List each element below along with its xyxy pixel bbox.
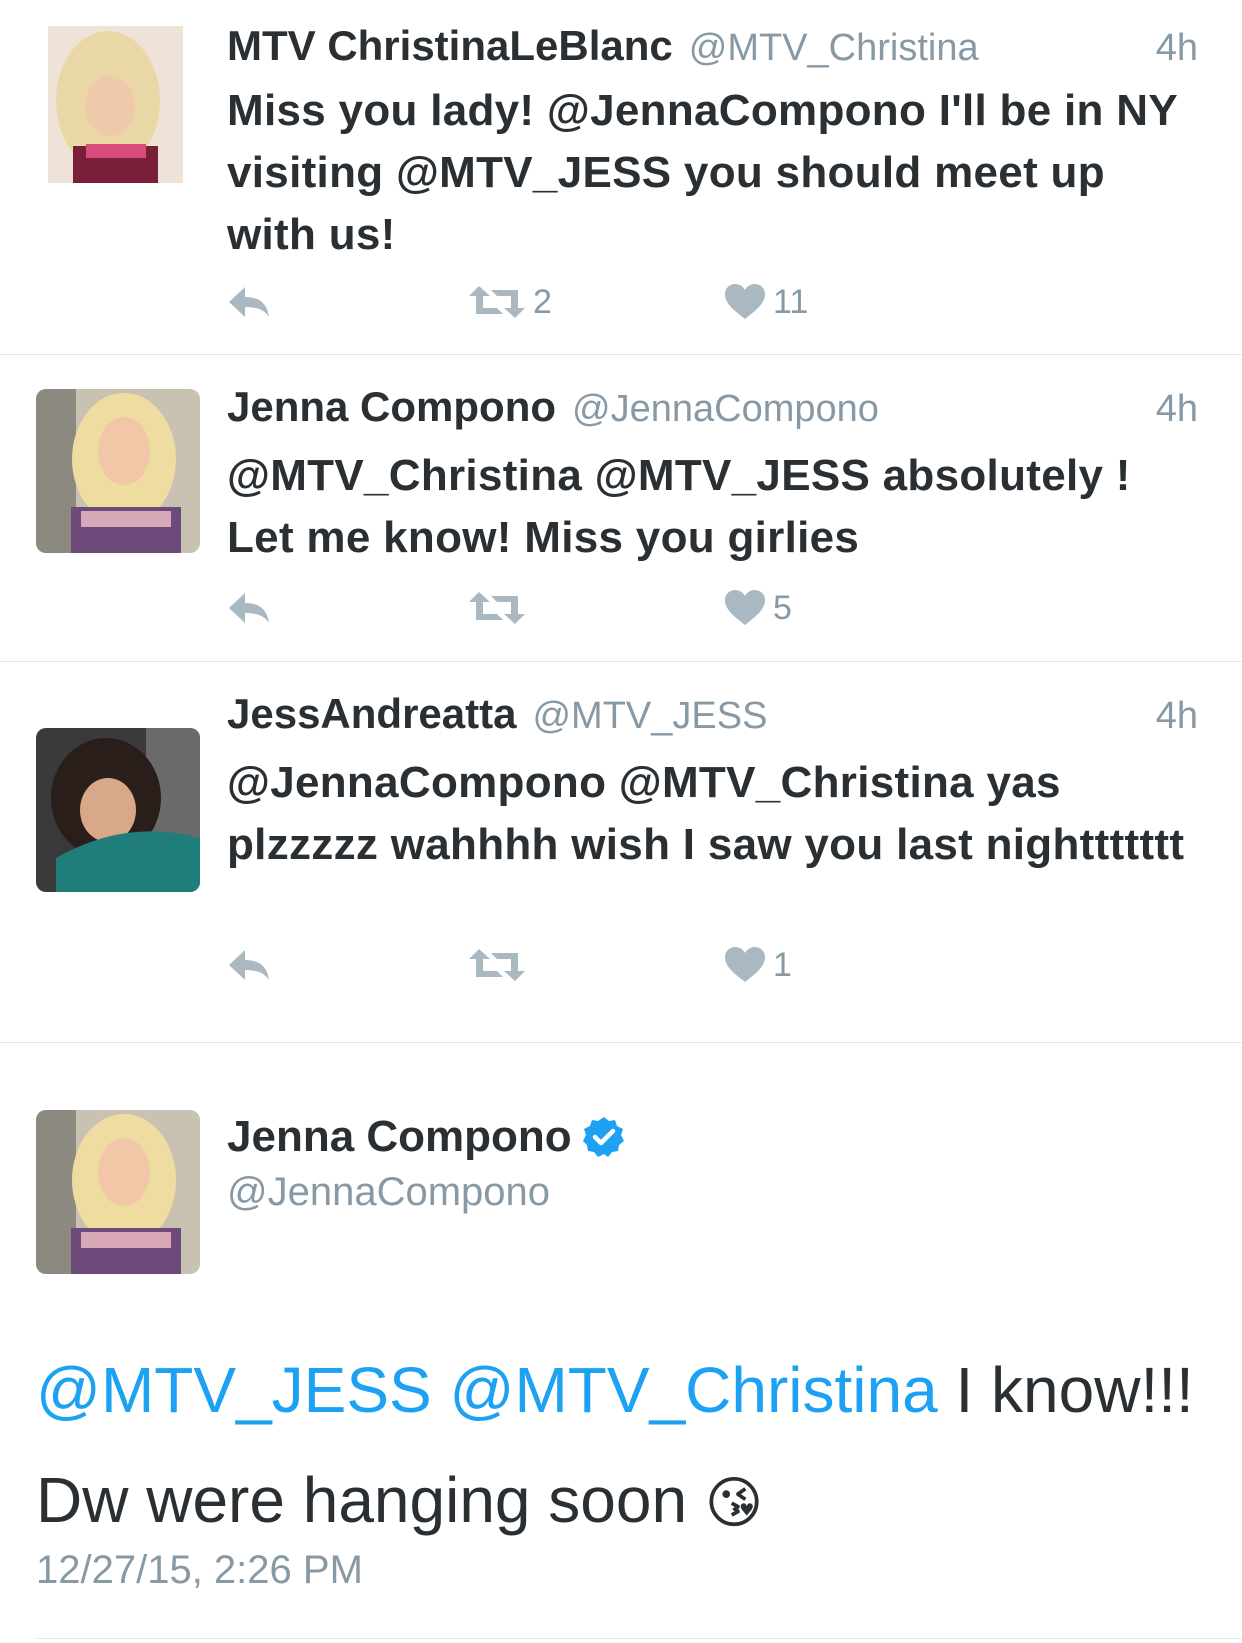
tweet-date: 12/27/15, 2:26 PM <box>36 1548 363 1592</box>
reply-button[interactable] <box>227 583 271 633</box>
retweet-icon <box>469 592 525 624</box>
tweet-text: @JennaCompono @MTV_Christina yas plzzzzz… <box>227 758 1185 869</box>
tweet-item[interactable]: Jenna Compono @JennaCompono 4h @MTV_Chri… <box>0 355 1242 662</box>
author-handle[interactable]: @JennaCompono <box>572 388 879 431</box>
kiss-emoji-icon: 😘 <box>704 1471 764 1534</box>
avatar[interactable] <box>36 389 200 553</box>
timestamp[interactable]: 4h <box>1156 27 1198 70</box>
like-count: 5 <box>773 588 792 627</box>
timestamp[interactable]: 4h <box>1156 388 1198 431</box>
retweet-count: 2 <box>533 282 552 321</box>
author-name[interactable]: JessAndreatta <box>227 690 516 738</box>
tweet-actions: 1 <box>227 940 927 990</box>
retweet-button[interactable]: 2 <box>469 277 552 327</box>
like-button[interactable]: 1 <box>725 940 792 990</box>
tweet-text: @MTV_JESS @MTV_Christina I know!!! Dw we… <box>36 1335 1206 1558</box>
verified-badge-icon <box>582 1117 624 1157</box>
like-count: 11 <box>773 282 809 321</box>
tweet-item[interactable]: MTV ChristinaLeBlanc @MTV_Christina 4h M… <box>0 0 1242 355</box>
like-icon <box>725 947 765 982</box>
reply-icon <box>229 593 269 623</box>
author-handle[interactable]: @MTV_JESS <box>532 695 767 738</box>
retweet-icon <box>469 286 525 318</box>
retweet-icon <box>469 949 525 981</box>
reply-button[interactable] <box>227 940 271 990</box>
tweet-actions: 5 <box>227 583 927 633</box>
tweet-actions: 2 11 <box>227 277 927 327</box>
tweet-text: @MTV_Christina @MTV_JESS absolutely ! Le… <box>227 451 1131 562</box>
divider <box>36 1638 1242 1639</box>
retweet-button[interactable] <box>469 940 533 990</box>
author-handle[interactable]: @MTV_Christina <box>689 27 979 70</box>
avatar[interactable] <box>48 26 183 183</box>
tweet-text: Miss you lady! @JennaCompono I'll be in … <box>227 86 1178 259</box>
reply-button[interactable] <box>227 277 271 327</box>
like-button[interactable]: 5 <box>725 583 792 633</box>
avatar[interactable] <box>36 728 200 892</box>
mention-link[interactable]: @MTV_JESS <box>36 1354 432 1426</box>
avatar[interactable] <box>36 1110 200 1274</box>
author-name[interactable]: MTV ChristinaLeBlanc <box>227 22 673 70</box>
like-icon <box>725 590 765 625</box>
mention-link[interactable]: @MTV_Christina <box>450 1354 938 1426</box>
like-button[interactable]: 11 <box>725 277 808 327</box>
tweet-item[interactable]: JessAndreatta @MTV_JESS 4h @JennaCompono… <box>0 662 1242 1043</box>
retweet-button[interactable] <box>469 583 533 633</box>
author-name[interactable]: Jenna Compono <box>227 383 556 431</box>
detail-name-row: Jenna Compono <box>227 1112 626 1162</box>
like-count: 1 <box>773 945 792 984</box>
author-name[interactable]: Jenna Compono <box>227 1112 572 1162</box>
like-icon <box>725 284 765 319</box>
timestamp[interactable]: 4h <box>1156 695 1198 738</box>
reply-icon <box>229 950 269 980</box>
author-handle[interactable]: @JennaCompono <box>227 1170 550 1215</box>
reply-icon <box>229 287 269 317</box>
